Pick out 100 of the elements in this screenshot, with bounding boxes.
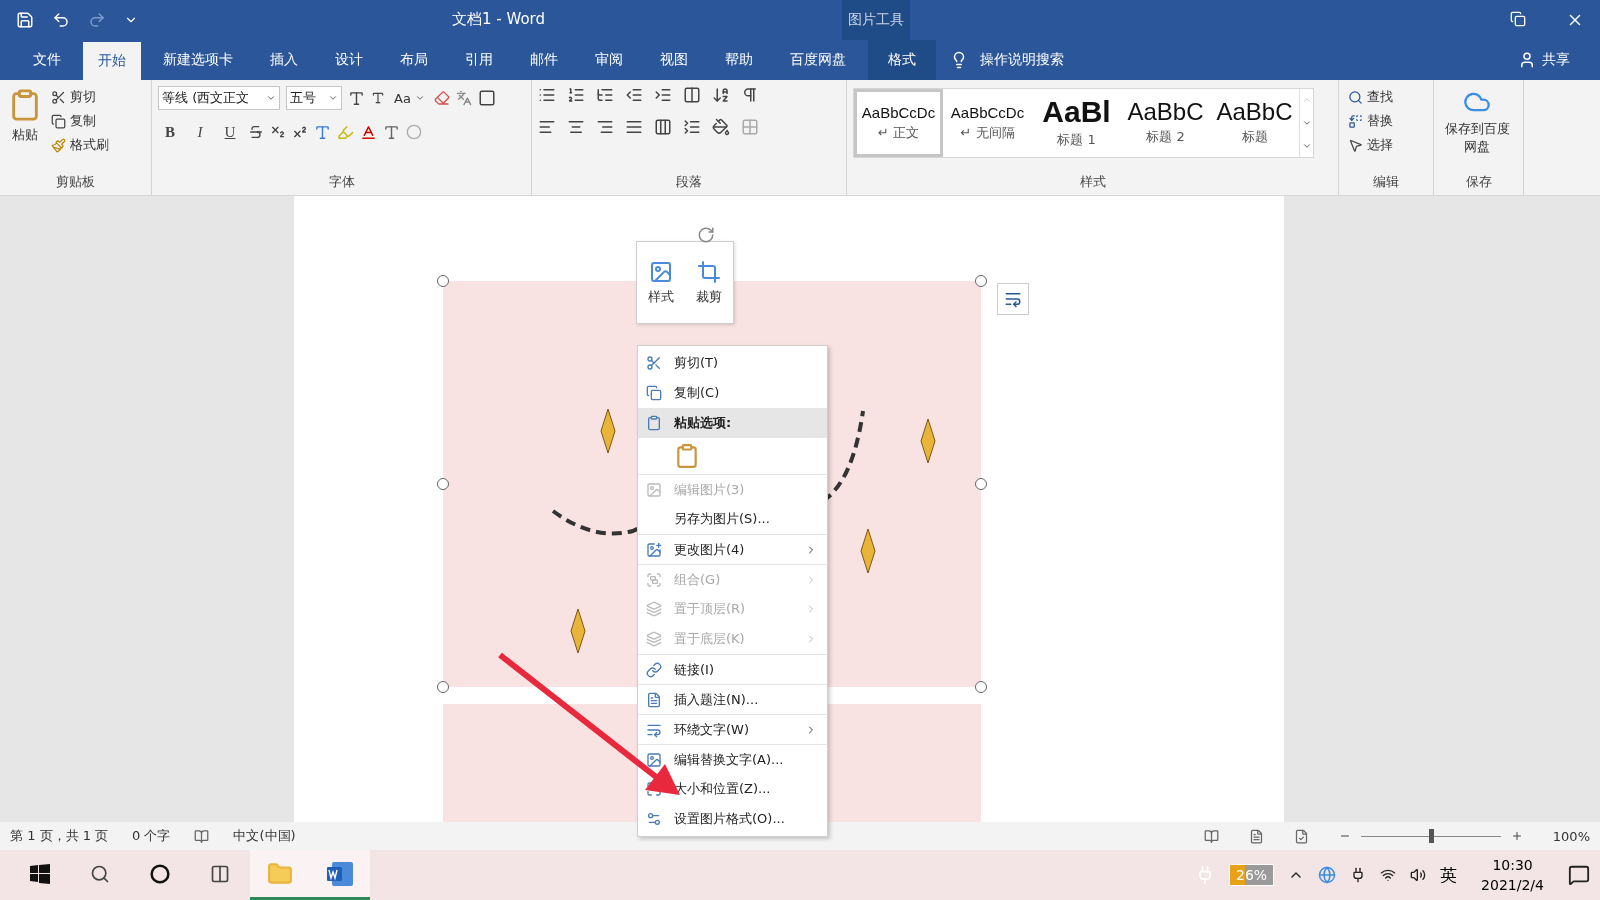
find-button[interactable]: 查找: [1345, 86, 1396, 108]
shading-icon[interactable]: [712, 118, 730, 136]
menu-item[interactable]: 剪切(T): [638, 348, 827, 378]
language-indicator[interactable]: 中文(中国): [233, 827, 296, 845]
zoom-level[interactable]: 100%: [1552, 828, 1590, 844]
numbering-icon[interactable]: [567, 86, 585, 104]
wrap-text-icon: [1004, 290, 1022, 308]
pointer-icon: [1348, 137, 1363, 153]
volume-icon[interactable]: [1410, 867, 1427, 883]
clipboard-icon[interactable]: [674, 443, 700, 469]
copy-button[interactable]: 复制: [48, 110, 112, 132]
ribbon-tab[interactable]: 邮件: [515, 40, 573, 80]
word-app-button[interactable]: [310, 850, 370, 900]
notifications-icon[interactable]: [1568, 864, 1590, 886]
folder-icon: [267, 860, 293, 887]
menu-item[interactable]: 更改图片(4): [638, 534, 827, 564]
ribbon-tab[interactable]: 百度网盘: [775, 40, 861, 80]
increase-indent-icon[interactable]: [654, 86, 672, 104]
print-layout-icon[interactable]: [1248, 828, 1264, 844]
justify-icon[interactable]: [625, 118, 643, 136]
read-mode-icon[interactable]: [1203, 828, 1219, 844]
save-to-cloud-button[interactable]: 保存到百度网盘: [1440, 86, 1514, 173]
page-count[interactable]: 第 1 页，共 1 页: [10, 827, 109, 845]
copy-icon: [646, 385, 662, 401]
group-label: 编辑: [1373, 173, 1399, 191]
ribbon-tab[interactable]: 文件: [18, 40, 76, 80]
replace-icon: [1348, 113, 1363, 129]
input-method[interactable]: 英: [1440, 863, 1458, 887]
clock-time[interactable]: 10:30: [1492, 857, 1533, 873]
format-button[interactable]: I: [188, 120, 212, 144]
menu-item[interactable]: 链接(I): [638, 654, 827, 684]
bullets-icon[interactable]: [538, 86, 556, 104]
select-button[interactable]: 选择: [1345, 134, 1396, 156]
sort-icon[interactable]: [712, 86, 730, 104]
rotate-handle-icon[interactable]: [697, 226, 715, 244]
font-name-field[interactable]: 等线 (西文正文: [158, 86, 280, 110]
paste-button[interactable]: 粘贴: [6, 86, 44, 173]
share-button[interactable]: 共享: [1512, 40, 1576, 80]
menu-item[interactable]: 插入题注(N)...: [638, 684, 827, 714]
strikethrough-icon[interactable]: [248, 124, 264, 140]
menu-item[interactable]: 另存为图片(S)...: [638, 504, 827, 534]
undo-icon[interactable]: [52, 11, 70, 29]
ribbon-tab[interactable]: 新建选项卡: [148, 40, 248, 80]
mini-toolbar-button[interactable]: 样式: [646, 257, 676, 308]
wifi-icon[interactable]: [1380, 867, 1397, 883]
ribbon-tab[interactable]: 布局: [385, 40, 443, 80]
align-right-icon[interactable]: [596, 118, 614, 136]
scroll-down-icon[interactable]: [1301, 118, 1312, 128]
border-icon[interactable]: [477, 89, 496, 107]
ribbon-tab[interactable]: 设计: [320, 40, 378, 80]
format-painter-button[interactable]: 格式刷: [48, 134, 112, 156]
word-count[interactable]: 0 个字: [132, 827, 171, 845]
file-explorer-button[interactable]: [250, 850, 310, 900]
font-size-field[interactable]: 五号: [286, 86, 342, 110]
resize-handle[interactable]: [975, 275, 987, 287]
cut-button[interactable]: 剪切: [48, 86, 112, 108]
menu-item[interactable]: 环绕文字(W): [638, 714, 827, 744]
multilevel-list-icon[interactable]: [596, 86, 614, 104]
ribbon-tab[interactable]: 视图: [645, 40, 703, 80]
resize-handle[interactable]: [437, 275, 449, 287]
decrease-indent-icon[interactable]: [625, 86, 643, 104]
ribbon-tab[interactable]: 审阅: [580, 40, 638, 80]
replace-button[interactable]: 替换: [1345, 110, 1396, 132]
ribbon-tab[interactable]: 插入: [255, 40, 313, 80]
redo-icon[interactable]: [88, 11, 106, 29]
line-spacing-icon[interactable]: [683, 118, 701, 136]
font-color-icon[interactable]: [360, 123, 377, 141]
style-option[interactable]: AaBbCcDc ↵ 正文: [854, 89, 943, 157]
align-left-icon[interactable]: [538, 118, 556, 136]
zoom-thumb[interactable]: [1428, 829, 1434, 843]
resize-handle[interactable]: [437, 681, 449, 693]
mini-toolbar-button[interactable]: 裁剪: [694, 257, 724, 308]
menu-item[interactable]: 复制(C): [638, 378, 827, 408]
menu-header[interactable]: 粘贴选项:: [638, 408, 827, 438]
eraser-icon[interactable]: [433, 90, 450, 106]
group-label: 样式: [1079, 173, 1106, 191]
format-button[interactable]: B: [158, 120, 182, 144]
change-case-button[interactable]: Aa: [391, 88, 428, 108]
format-button[interactable]: U: [218, 120, 242, 144]
clock-date[interactable]: 2021/2/4: [1481, 877, 1544, 893]
zoom-in-icon[interactable]: [1510, 830, 1523, 842]
resize-handle[interactable]: [975, 681, 987, 693]
picture-icon: [646, 751, 662, 768]
subscript-icon[interactable]: [270, 124, 286, 140]
align-center-icon[interactable]: [567, 118, 585, 136]
layout-options-button[interactable]: [997, 283, 1029, 315]
tell-me-search[interactable]: 操作说明搜索: [980, 51, 1064, 69]
menu-item[interactable]: 设置图片格式(O)...: [638, 804, 827, 834]
superscript-icon[interactable]: [292, 124, 308, 140]
show-marks-icon[interactable]: [741, 86, 759, 104]
ribbon-tab[interactable]: 引用: [450, 40, 508, 80]
restore-icon[interactable]: [1510, 11, 1526, 27]
ribbon-tab[interactable]: 开始: [83, 42, 141, 80]
resize-handle[interactable]: [437, 478, 449, 490]
ribbon-tab[interactable]: 格式: [868, 40, 936, 80]
layers-icon: [646, 601, 662, 617]
save-icon[interactable]: [16, 11, 34, 29]
resize-icon: [646, 781, 662, 797]
ribbon-tab[interactable]: 帮助: [710, 40, 768, 80]
globe-icon[interactable]: [1318, 866, 1337, 884]
